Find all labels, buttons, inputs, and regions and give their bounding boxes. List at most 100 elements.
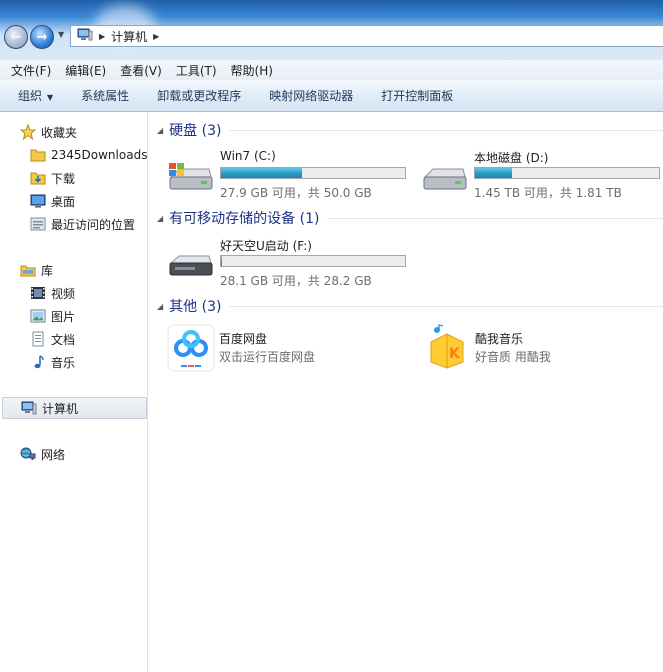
network-icon	[20, 446, 36, 462]
navigation-pane: 收藏夹 2345Downloads 下载 桌面 最近访问的位置 库 视频 图片 …	[0, 112, 148, 672]
svg-text:K: K	[449, 346, 461, 362]
app-description: 好音质 用酷我	[475, 350, 551, 364]
sidebar-item-recent-places[interactable]: 最近访问的位置	[30, 213, 135, 235]
menu-help[interactable]: 帮助(H)	[224, 62, 280, 79]
group-title: 其他 (3)	[169, 299, 222, 315]
recent-places-icon	[30, 216, 46, 232]
menu-file[interactable]: 文件(F)	[4, 62, 58, 79]
drive-name: 本地磁盘 (D:)	[474, 151, 549, 165]
group-header-removable[interactable]: ◢ 有可移动存储的设备 (1)	[157, 208, 663, 228]
group-divider	[327, 217, 663, 219]
desktop-icon	[30, 193, 46, 209]
drive-name: 好天空U启动 (F:)	[220, 239, 312, 253]
group-title: 有可移动存储的设备 (1)	[169, 211, 320, 227]
sidebar-label: 下载	[51, 171, 76, 186]
history-dropdown-icon[interactable]: ▼	[58, 30, 64, 39]
music-note-icon	[30, 354, 46, 370]
drive-usage-fill	[475, 168, 512, 178]
hard-drive-icon	[421, 159, 467, 196]
sidebar-item-favorites[interactable]: 收藏夹	[20, 121, 77, 143]
sidebar-item-music[interactable]: 音乐	[30, 351, 75, 373]
map-network-drive-button[interactable]: 映射网络驱动器	[255, 87, 367, 104]
sidebar-label: 文档	[51, 332, 76, 347]
sidebar-label: 音乐	[51, 355, 76, 370]
sidebar-item-2345downloads[interactable]: 2345Downloads	[30, 144, 147, 166]
sidebar-item-libraries[interactable]: 库	[20, 259, 53, 281]
computer-icon	[21, 400, 37, 416]
breadcrumb-separator-icon[interactable]: ▶	[99, 32, 105, 41]
menu-tools[interactable]: 工具(T)	[169, 62, 224, 79]
pictures-icon	[30, 308, 46, 324]
content-pane: ◢ 硬盘 (3) Win7 (C:) 27.9 GB 可用，共 50.0 GB	[149, 112, 663, 672]
drive-usage-bar	[474, 167, 660, 179]
uninstall-program-button[interactable]: 卸载或更改程序	[143, 87, 255, 104]
documents-icon	[30, 331, 46, 347]
dropdown-arrow-icon: ▼	[47, 93, 54, 102]
computer-icon	[77, 28, 93, 45]
windows-drive-icon	[167, 159, 213, 196]
drive-usage-bar	[220, 167, 406, 179]
folder-icon	[30, 147, 46, 163]
collapse-triangle-icon[interactable]: ◢	[157, 126, 163, 135]
app-kuwo-music[interactable]: K 酷我音乐 好音质 用酷我	[423, 324, 663, 374]
drive-f[interactable]: 好天空U启动 (F:) 28.1 GB 可用，共 28.2 GB	[167, 237, 417, 289]
app-description: 双击运行百度网盘	[219, 350, 316, 364]
drive-c[interactable]: Win7 (C:) 27.9 GB 可用，共 50.0 GB	[167, 149, 417, 201]
sidebar-label: 网络	[41, 447, 66, 462]
sidebar-label: 最近访问的位置	[51, 217, 136, 232]
drive-d[interactable]: 本地磁盘 (D:) 1.45 TB 可用，共 1.81 TB	[421, 149, 663, 201]
group-header-other[interactable]: ◢ 其他 (3)	[157, 296, 663, 316]
app-name: 酷我音乐	[475, 332, 524, 346]
forward-arrow-icon: →	[36, 29, 48, 45]
sidebar-item-network[interactable]: 网络	[20, 443, 65, 465]
sidebar-label: 图片	[51, 309, 76, 324]
back-button[interactable]: ←	[4, 25, 28, 49]
sidebar-item-documents[interactable]: 文档	[30, 328, 75, 350]
open-control-panel-button[interactable]: 打开控制面板	[367, 87, 467, 104]
video-icon	[30, 285, 46, 301]
sidebar-item-downloads[interactable]: 下载	[30, 167, 75, 189]
app-baidu-netdisk[interactable]: 百度网盘 双击运行百度网盘	[167, 324, 407, 374]
command-bar: 组织 ▼ 系统属性 卸载或更改程序 映射网络驱动器 打开控制面板	[0, 80, 663, 112]
baidu-netdisk-icon	[167, 324, 215, 375]
back-arrow-icon: ←	[10, 29, 22, 45]
sidebar-label: 2345Downloads	[51, 148, 148, 162]
menu-view[interactable]: 查看(V)	[113, 62, 169, 79]
sidebar-item-videos[interactable]: 视频	[30, 282, 75, 304]
sidebar-label: 库	[41, 263, 54, 278]
drive-size-text: 28.1 GB 可用，共 28.2 GB	[220, 274, 372, 288]
address-bar[interactable]: ▶ 计算机 ▶	[70, 25, 663, 47]
system-properties-button[interactable]: 系统属性	[67, 87, 143, 104]
sidebar-item-pictures[interactable]: 图片	[30, 305, 75, 327]
menu-edit[interactable]: 编辑(E)	[58, 62, 113, 79]
kuwo-music-icon: K	[423, 324, 471, 375]
menu-bar: 文件(F) 编辑(E) 查看(V) 工具(T) 帮助(H)	[0, 60, 663, 80]
removable-drive-icon	[167, 247, 213, 284]
drive-usage-fill	[221, 168, 302, 178]
forward-button[interactable]: →	[30, 25, 54, 49]
downloads-folder-icon	[30, 170, 46, 186]
app-name: 百度网盘	[219, 332, 268, 346]
sidebar-label: 桌面	[51, 194, 76, 209]
drive-usage-bar	[220, 255, 406, 267]
group-divider	[229, 305, 663, 307]
sidebar-item-desktop[interactable]: 桌面	[30, 190, 75, 212]
organize-label: 组织	[18, 89, 43, 103]
libraries-icon	[20, 262, 36, 278]
collapse-triangle-icon[interactable]: ◢	[157, 302, 163, 311]
breadcrumb-separator-icon[interactable]: ▶	[153, 32, 159, 41]
drive-name: Win7 (C:)	[220, 149, 276, 163]
group-divider	[229, 129, 663, 131]
group-title: 硬盘 (3)	[169, 123, 222, 139]
sidebar-label: 视频	[51, 286, 76, 301]
star-icon	[20, 124, 36, 140]
window-top: ← → ▼ ▶ 计算机 ▶	[0, 0, 663, 60]
collapse-triangle-icon[interactable]: ◢	[157, 214, 163, 223]
organize-button[interactable]: 组织 ▼	[4, 87, 67, 104]
group-header-hard-disks[interactable]: ◢ 硬盘 (3)	[157, 120, 663, 140]
drive-size-text: 1.45 TB 可用，共 1.81 TB	[474, 186, 622, 200]
sidebar-label: 计算机	[42, 401, 79, 416]
sidebar-item-computer[interactable]: 计算机	[2, 397, 147, 419]
drive-usage-fill	[221, 256, 222, 266]
breadcrumb-computer[interactable]: 计算机	[111, 28, 147, 45]
